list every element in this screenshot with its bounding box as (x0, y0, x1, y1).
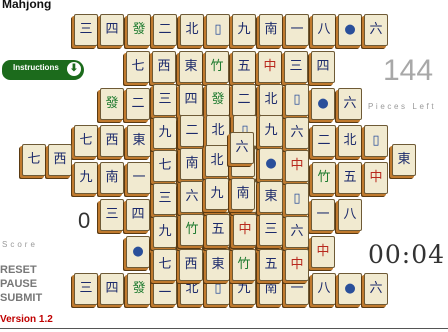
mahjong-tile[interactable]: ● (311, 88, 335, 120)
mahjong-tile[interactable]: 一 (285, 14, 309, 46)
mahjong-tile[interactable]: 九 (205, 178, 229, 210)
mahjong-tile[interactable]: 中 (311, 236, 335, 268)
mahjong-tile[interactable]: 三 (259, 214, 283, 246)
mahjong-tile[interactable]: 二 (126, 88, 150, 120)
mahjong-tile[interactable]: 南 (231, 178, 255, 210)
mahjong-tile[interactable]: 南 (100, 162, 124, 194)
mahjong-tile[interactable]: 東 (127, 125, 151, 157)
mahjong-tile[interactable]: 七 (22, 144, 46, 176)
mahjong-tile[interactable]: 九 (232, 14, 256, 46)
mahjong-tile[interactable]: 北 (259, 84, 283, 116)
mahjong-tile[interactable]: 六 (180, 181, 204, 213)
mahjong-tile[interactable]: 四 (100, 273, 124, 305)
mahjong-tile[interactable]: 六 (285, 117, 309, 149)
mahjong-tile[interactable]: ● (338, 273, 362, 305)
mahjong-tile[interactable]: 竹 (205, 51, 229, 83)
mahjong-tile[interactable]: 九 (153, 216, 177, 248)
mahjong-tile[interactable]: 竹 (180, 214, 204, 246)
mahjong-tile[interactable]: 南 (259, 14, 283, 46)
mahjong-tile[interactable]: 竹 (232, 249, 256, 281)
mahjong-tile[interactable]: 二 (232, 84, 256, 116)
mahjong-tile[interactable]: 西 (100, 125, 124, 157)
mahjong-tile[interactable]: 中 (285, 150, 309, 182)
mahjong-tile[interactable]: 發 (100, 88, 124, 120)
mahjong-tile[interactable]: 中 (285, 249, 309, 281)
mahjong-tile[interactable]: 北 (338, 125, 362, 157)
mahjong-tile[interactable]: 九 (74, 162, 98, 194)
mahjong-tile[interactable]: 三 (74, 14, 98, 46)
mahjong-tile[interactable]: 五 (206, 214, 230, 246)
mahjong-tile[interactable]: 四 (100, 14, 124, 46)
mahjong-tile[interactable]: 七 (153, 249, 177, 281)
mahjong-tile[interactable]: 三 (284, 51, 308, 83)
mahjong-tile[interactable]: 二 (180, 115, 204, 147)
mahjong-tile[interactable]: 三 (74, 273, 98, 305)
mahjong-tile[interactable]: 東 (206, 249, 230, 281)
mahjong-tile[interactable]: 中 (364, 162, 388, 194)
mahjong-tile[interactable]: 發 (206, 84, 230, 116)
mahjong-tile[interactable]: ● (126, 236, 150, 268)
mahjong-tile[interactable]: ● (259, 148, 283, 180)
mahjong-tile[interactable]: ▯ (364, 125, 388, 157)
mahjong-board: 三四發二北▯九南一八●六七西東竹五中三四發二北▯九南一八●六七西東竹五中三四發二… (0, 0, 448, 332)
mahjong-tile[interactable]: 六 (230, 132, 254, 164)
mahjong-tile[interactable]: 北 (180, 14, 204, 46)
mahjong-tile[interactable]: 三 (153, 183, 177, 215)
mahjong-tile[interactable]: 二 (153, 14, 177, 46)
mahjong-tile[interactable]: 竹 (312, 162, 336, 194)
mahjong-tile[interactable]: 八 (338, 199, 362, 231)
mahjong-tile[interactable]: 七 (126, 51, 150, 83)
mahjong-tile[interactable]: 一 (127, 162, 151, 194)
mahjong-tile[interactable]: 北 (205, 145, 229, 177)
mahjong-tile[interactable]: 八 (312, 14, 336, 46)
mahjong-tile[interactable]: 六 (364, 14, 388, 46)
mahjong-tile[interactable]: 九 (153, 117, 177, 149)
mahjong-tile[interactable]: 四 (126, 199, 150, 231)
mahjong-tile[interactable]: 一 (311, 199, 335, 231)
mahjong-tile[interactable]: 三 (100, 199, 124, 231)
mahjong-tile[interactable]: ● (338, 14, 362, 46)
mahjong-tile[interactable]: 六 (285, 216, 309, 248)
mahjong-tile[interactable]: 四 (179, 84, 203, 116)
mahjong-tile[interactable]: 七 (74, 125, 98, 157)
mahjong-tile[interactable]: 東 (179, 51, 203, 83)
mahjong-tile[interactable]: 西 (179, 249, 203, 281)
mahjong-tile[interactable]: ▯ (285, 183, 309, 215)
mahjong-tile[interactable]: 四 (311, 51, 335, 83)
mahjong-tile[interactable]: 西 (152, 51, 176, 83)
mahjong-tile[interactable]: 五 (338, 162, 362, 194)
mahjong-tile[interactable]: 南 (180, 148, 204, 180)
mahjong-tile[interactable]: ▯ (206, 14, 230, 46)
mahjong-tile[interactable]: 五 (232, 51, 256, 83)
mahjong-tile[interactable]: 發 (127, 14, 151, 46)
mahjong-tile[interactable]: 中 (233, 214, 257, 246)
mahjong-tile[interactable]: 北 (206, 115, 230, 147)
mahjong-tile[interactable]: 東 (392, 144, 416, 176)
mahjong-tile[interactable]: 五 (259, 249, 283, 281)
mahjong-tile[interactable]: 發 (127, 273, 151, 305)
mahjong-tile[interactable]: 九 (259, 115, 283, 147)
mahjong-tile[interactable]: 東 (259, 181, 283, 213)
mahjong-tile[interactable]: 中 (258, 51, 282, 83)
mahjong-tile[interactable]: 二 (312, 125, 336, 157)
mahjong-tile[interactable]: 西 (48, 144, 72, 176)
mahjong-tile[interactable]: 八 (312, 273, 336, 305)
mahjong-tile[interactable]: ▯ (285, 84, 309, 116)
mahjong-tile[interactable]: 三 (153, 84, 177, 116)
mahjong-tile[interactable]: 六 (338, 88, 362, 120)
mahjong-tile[interactable]: 六 (364, 273, 388, 305)
mahjong-tile[interactable]: 七 (153, 150, 177, 182)
